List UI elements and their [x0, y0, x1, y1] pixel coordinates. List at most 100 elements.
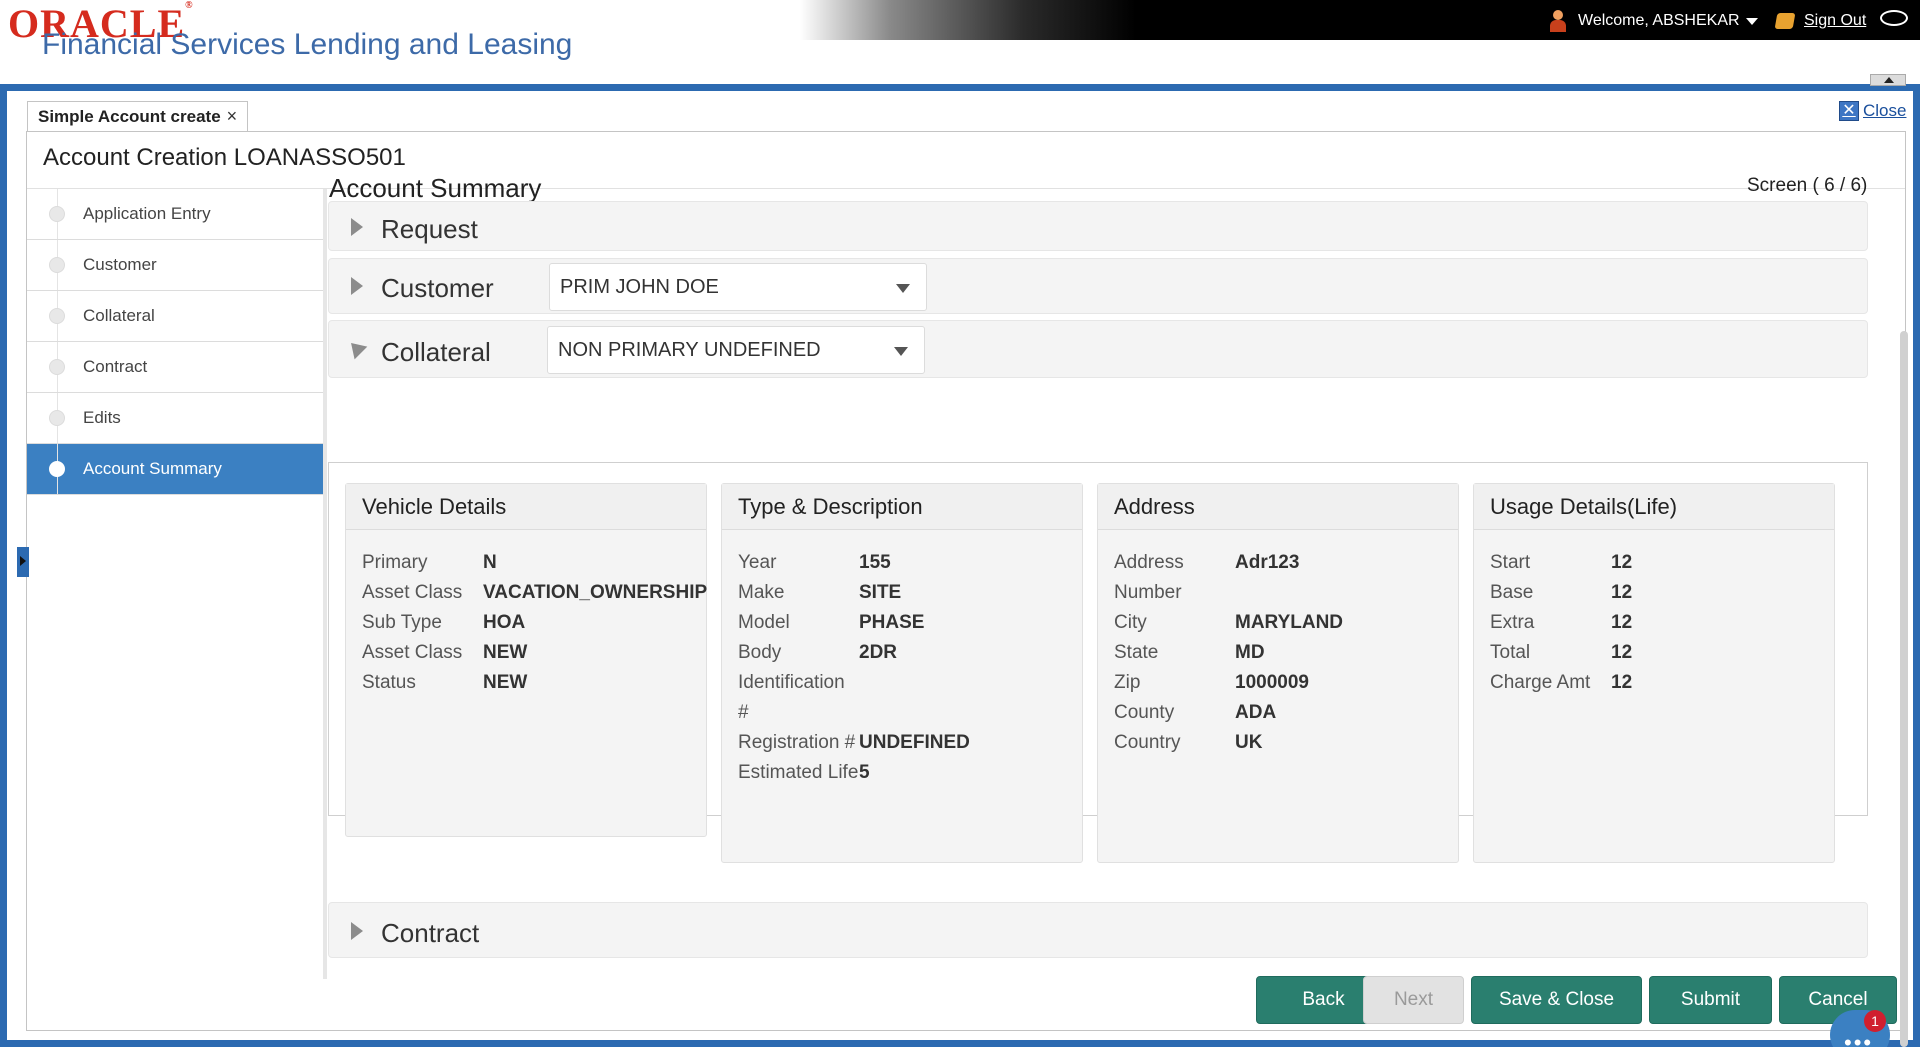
detail-value: 12	[1611, 612, 1633, 633]
detail-label: Zip	[1114, 672, 1141, 693]
product-name: Financial Services Lending and Leasing	[42, 28, 573, 61]
detail-row: Extra 12	[1490, 608, 1632, 638]
detail-row: Zip 1000009	[1114, 668, 1343, 698]
detail-value: UK	[1235, 732, 1263, 753]
content-area: Simple Account create × ✕ Close Account …	[7, 91, 1913, 1047]
user-menu[interactable]: Welcome, ABSHEKAR	[1548, 10, 1758, 32]
nav-item-edits[interactable]: Edits	[27, 393, 323, 444]
detail-label: Start	[1490, 552, 1531, 573]
sign-out-link[interactable]: Sign Out	[1774, 12, 1866, 30]
customer-panel[interactable]: Customer PRIM JOHN DOE	[328, 258, 1868, 314]
card-title: Usage Details(Life)	[1474, 484, 1834, 530]
submit-button[interactable]: Submit	[1649, 976, 1772, 1024]
nav-item-customer[interactable]: Customer	[27, 240, 323, 291]
collapse-header-button[interactable]	[1870, 74, 1906, 86]
customer-select-value: PRIM JOHN DOE	[560, 275, 719, 298]
collateral-select[interactable]: NON PRIMARY UNDEFINED	[547, 326, 925, 374]
nav-item-application-entry[interactable]: Application Entry	[27, 189, 323, 240]
chevron-down-icon	[1745, 17, 1758, 25]
tab-label: Simple Account create	[38, 106, 221, 126]
app-header: ORACLE® Financial Services Lending and L…	[0, 0, 1920, 84]
detail-value: 155	[859, 552, 891, 573]
detail-label: Asset Class	[362, 582, 463, 603]
detail-row: Total 12	[1490, 638, 1632, 668]
detail-label: Status	[362, 672, 416, 693]
chat-dots: •••	[1844, 1030, 1874, 1047]
customer-select[interactable]: PRIM JOHN DOE	[549, 263, 927, 311]
chevron-down-icon	[896, 284, 910, 293]
nav-item-label: Contract	[83, 357, 148, 376]
step-nav: Application Entry Customer Collateral Co…	[27, 189, 327, 979]
detail-value: VACATION_OWNERSHIP	[483, 582, 708, 603]
close-link[interactable]: ✕ Close	[1839, 101, 1906, 121]
detail-label: Model	[738, 612, 790, 633]
detail-label: Identification #	[738, 672, 845, 723]
collapse-arrow-icon[interactable]	[344, 336, 368, 360]
detail-value: 12	[1611, 642, 1633, 663]
detail-list: Address Number Adr123 City MARYLAND State M…	[1114, 548, 1343, 758]
detail-label: Primary	[362, 552, 428, 573]
detail-row: Year 155	[738, 548, 970, 578]
detail-row: County ADA	[1114, 698, 1343, 728]
card-title: Type & Description	[722, 484, 1082, 530]
detail-list: Start 12 Base 12 Extra 12 Total 12 Charge Am…	[1490, 548, 1632, 698]
next-button[interactable]: Next	[1363, 976, 1464, 1024]
tab-simple-account-create[interactable]: Simple Account create ×	[27, 101, 249, 131]
collateral-details: Vehicle Details Primary N Asset Class VACA…	[328, 462, 1868, 863]
side-panel-toggle[interactable]	[17, 547, 29, 577]
detail-value: 12	[1611, 582, 1633, 603]
detail-row: Make SITE	[738, 578, 970, 608]
detail-label: Total	[1490, 642, 1531, 663]
nav-item-account-summary[interactable]: Account Summary	[27, 444, 323, 495]
welcome-text: Welcome, ABSHEKAR	[1578, 12, 1740, 29]
page-title: Account Creation LOANASSO501	[43, 144, 406, 171]
detail-label: Charge Amt	[1490, 672, 1591, 693]
detail-label: Extra	[1490, 612, 1535, 633]
detail-list: Year 155 Make SITE Model PHASE Body 2DR Iden…	[738, 548, 970, 788]
nav-item-collateral[interactable]: Collateral	[27, 291, 323, 342]
detail-row: Estimated Life 5	[738, 758, 970, 788]
detail-row: Asset Class VACATION_OWNERSHIP	[362, 578, 707, 608]
collateral-panel[interactable]: Collateral NON PRIMARY UNDEFINED	[328, 320, 1868, 378]
save-close-button[interactable]: Save & Close	[1471, 976, 1642, 1024]
step-dot-icon	[49, 461, 65, 477]
close-icon: ✕	[1839, 101, 1859, 121]
close-label: Close	[1863, 101, 1907, 120]
request-panel[interactable]: Request	[328, 201, 1868, 251]
notification-badge: 1	[1864, 1010, 1886, 1032]
card-title: Address	[1098, 484, 1458, 530]
detail-label: Asset Class	[362, 642, 463, 663]
card-title: Vehicle Details	[346, 484, 706, 530]
frame-right	[1913, 84, 1920, 1047]
detail-row: Identification #	[738, 668, 970, 728]
nav-item-label: Customer	[83, 255, 157, 274]
chevron-down-icon	[894, 347, 908, 356]
collateral-select-value: NON PRIMARY UNDEFINED	[558, 338, 821, 361]
detail-value: NEW	[483, 642, 528, 663]
tab-close-icon[interactable]: ×	[227, 106, 238, 127]
detail-value: HOA	[483, 612, 526, 633]
detail-row: Model PHASE	[738, 608, 970, 638]
screen-counter: Screen ( 6 / 6)	[1747, 175, 1868, 196]
panel-title: Contract	[381, 918, 480, 948]
type-description-card: Type & Description Year 155 Make SITE Mode…	[721, 483, 1083, 863]
expand-arrow-icon[interactable]	[351, 277, 363, 295]
expand-arrow-icon[interactable]	[351, 922, 363, 940]
panel-title: Customer	[381, 273, 494, 303]
detail-label: Year	[738, 552, 777, 573]
chat-oval-icon[interactable]	[1880, 10, 1908, 26]
expand-arrow-icon[interactable]	[351, 218, 363, 236]
detail-value: PHASE	[859, 612, 925, 633]
app-window: ORACLE® Financial Services Lending and L…	[0, 0, 1920, 1047]
nav-item-contract[interactable]: Contract	[27, 342, 323, 393]
contract-panel[interactable]: Contract	[328, 902, 1868, 958]
vertical-scrollbar[interactable]	[1900, 331, 1908, 1047]
nav-item-label: Edits	[83, 408, 121, 427]
detail-value: 12	[1611, 552, 1633, 573]
detail-value: 2DR	[859, 642, 898, 663]
user-icon	[1548, 10, 1568, 32]
nav-item-label: Application Entry	[83, 204, 211, 223]
detail-label: County	[1114, 702, 1175, 723]
detail-row: Asset Class NEW	[362, 638, 707, 668]
detail-value: NEW	[483, 672, 528, 693]
